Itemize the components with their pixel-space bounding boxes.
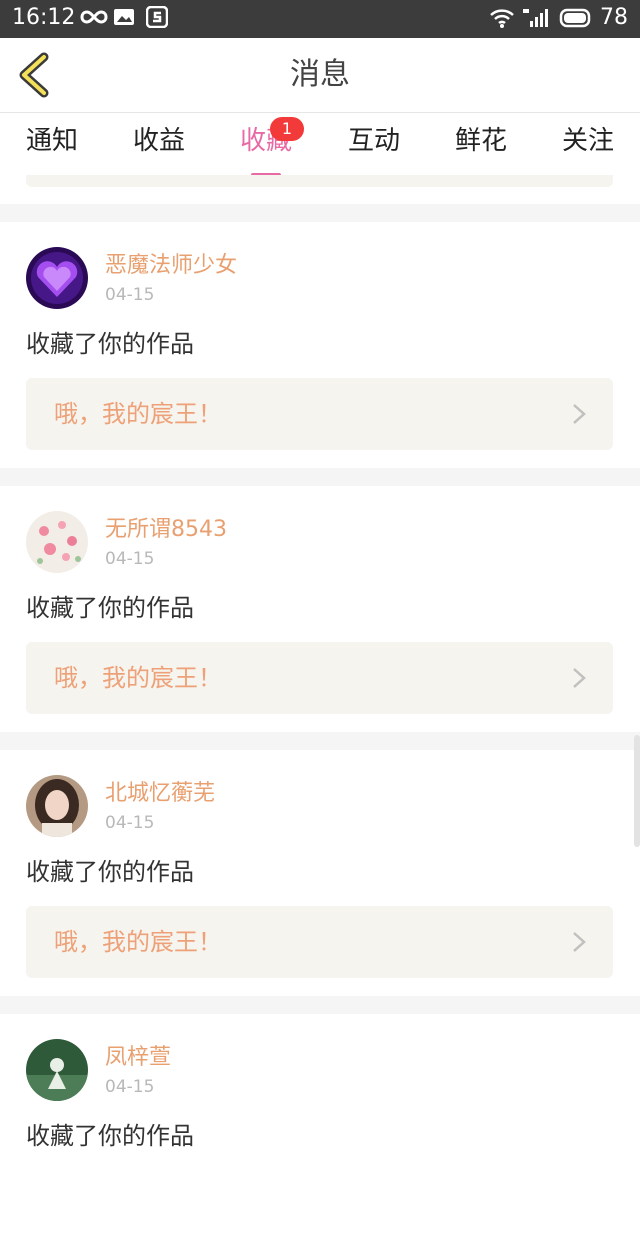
message-list: 恶魔法师少女 04-15 收藏了你的作品 哦，我的宸王！ 无所谓8543 04-… xyxy=(0,204,640,1260)
work-card[interactable]: 哦，我的宸王！ xyxy=(26,906,613,978)
status-notification-icons xyxy=(80,5,174,32)
tab-favorites[interactable]: 收藏 1 xyxy=(226,117,306,177)
avatar[interactable] xyxy=(26,511,88,573)
chevron-right-icon xyxy=(573,932,586,952)
avatar[interactable] xyxy=(26,247,88,309)
tab-interaction[interactable]: 互动 xyxy=(334,123,414,159)
tab-label: 互动 xyxy=(347,126,400,156)
work-card-partial[interactable] xyxy=(26,175,613,187)
message-date: 04-15 xyxy=(105,813,155,833)
app-notification-icon xyxy=(145,5,169,29)
work-card[interactable]: 哦，我的宸王！ xyxy=(26,642,613,714)
battery-level: 78 xyxy=(600,5,628,30)
message-date: 04-15 xyxy=(105,1077,155,1097)
work-card[interactable]: 哦，我的宸王！ xyxy=(26,378,613,450)
avatar[interactable] xyxy=(26,775,88,837)
infinity-icon xyxy=(80,6,108,28)
divider xyxy=(0,996,640,1014)
unread-badge: 1 xyxy=(270,117,304,141)
list-item: 凤梓萱 04-15 收藏了你的作品 xyxy=(0,1014,640,1260)
chevron-right-icon xyxy=(573,404,586,424)
battery-icon xyxy=(559,5,600,30)
tab-label: 收益 xyxy=(132,126,185,156)
tab-earnings[interactable]: 收益 xyxy=(119,123,199,159)
tab-label: 鲜花 xyxy=(454,126,507,156)
action-text: 收藏了你的作品 xyxy=(26,330,194,358)
work-title: 哦，我的宸王！ xyxy=(54,928,222,956)
list-item: 北城忆蘅芜 04-15 收藏了你的作品 哦，我的宸王！ xyxy=(0,750,640,996)
image-notification-icon xyxy=(113,6,135,28)
divider xyxy=(0,732,640,750)
divider xyxy=(0,204,640,222)
message-date: 04-15 xyxy=(105,285,155,305)
tab-notice[interactable]: 通知 xyxy=(12,123,92,159)
user-name[interactable]: 凤梓萱 xyxy=(105,1044,171,1072)
action-text: 收藏了你的作品 xyxy=(26,1122,194,1150)
signal-icon xyxy=(522,5,559,30)
tab-follow[interactable]: 关注 xyxy=(548,123,628,159)
user-name[interactable]: 北城忆蘅芜 xyxy=(105,780,215,808)
avatar[interactable] xyxy=(26,1039,88,1101)
action-text: 收藏了你的作品 xyxy=(26,858,194,886)
user-name[interactable]: 无所谓8543 xyxy=(105,516,227,544)
status-time: 16:12 xyxy=(12,5,76,30)
tab-label: 关注 xyxy=(561,126,614,156)
action-text: 收藏了你的作品 xyxy=(26,594,194,622)
divider xyxy=(0,468,640,486)
header-bar: 消息 xyxy=(0,38,640,113)
tab-label: 通知 xyxy=(25,126,78,156)
message-date: 04-15 xyxy=(105,549,155,569)
scrollbar[interactable] xyxy=(634,735,640,847)
list-item: 无所谓8543 04-15 收藏了你的作品 哦，我的宸王！ xyxy=(0,486,640,732)
status-bar: 16:12 78 xyxy=(0,0,640,38)
tab-bar: 通知 收益 收藏 1 互动 鲜花 关注 xyxy=(0,113,640,177)
work-title: 哦，我的宸王！ xyxy=(54,664,222,692)
tab-flowers[interactable]: 鲜花 xyxy=(441,123,521,159)
work-title: 哦，我的宸王！ xyxy=(54,400,222,428)
list-item: 恶魔法师少女 04-15 收藏了你的作品 哦，我的宸王！ xyxy=(0,222,640,468)
status-right: 78 xyxy=(489,5,628,31)
page-title: 消息 xyxy=(290,57,350,92)
wifi-icon xyxy=(489,5,522,30)
user-name[interactable]: 恶魔法师少女 xyxy=(105,252,237,280)
chevron-right-icon xyxy=(573,668,586,688)
